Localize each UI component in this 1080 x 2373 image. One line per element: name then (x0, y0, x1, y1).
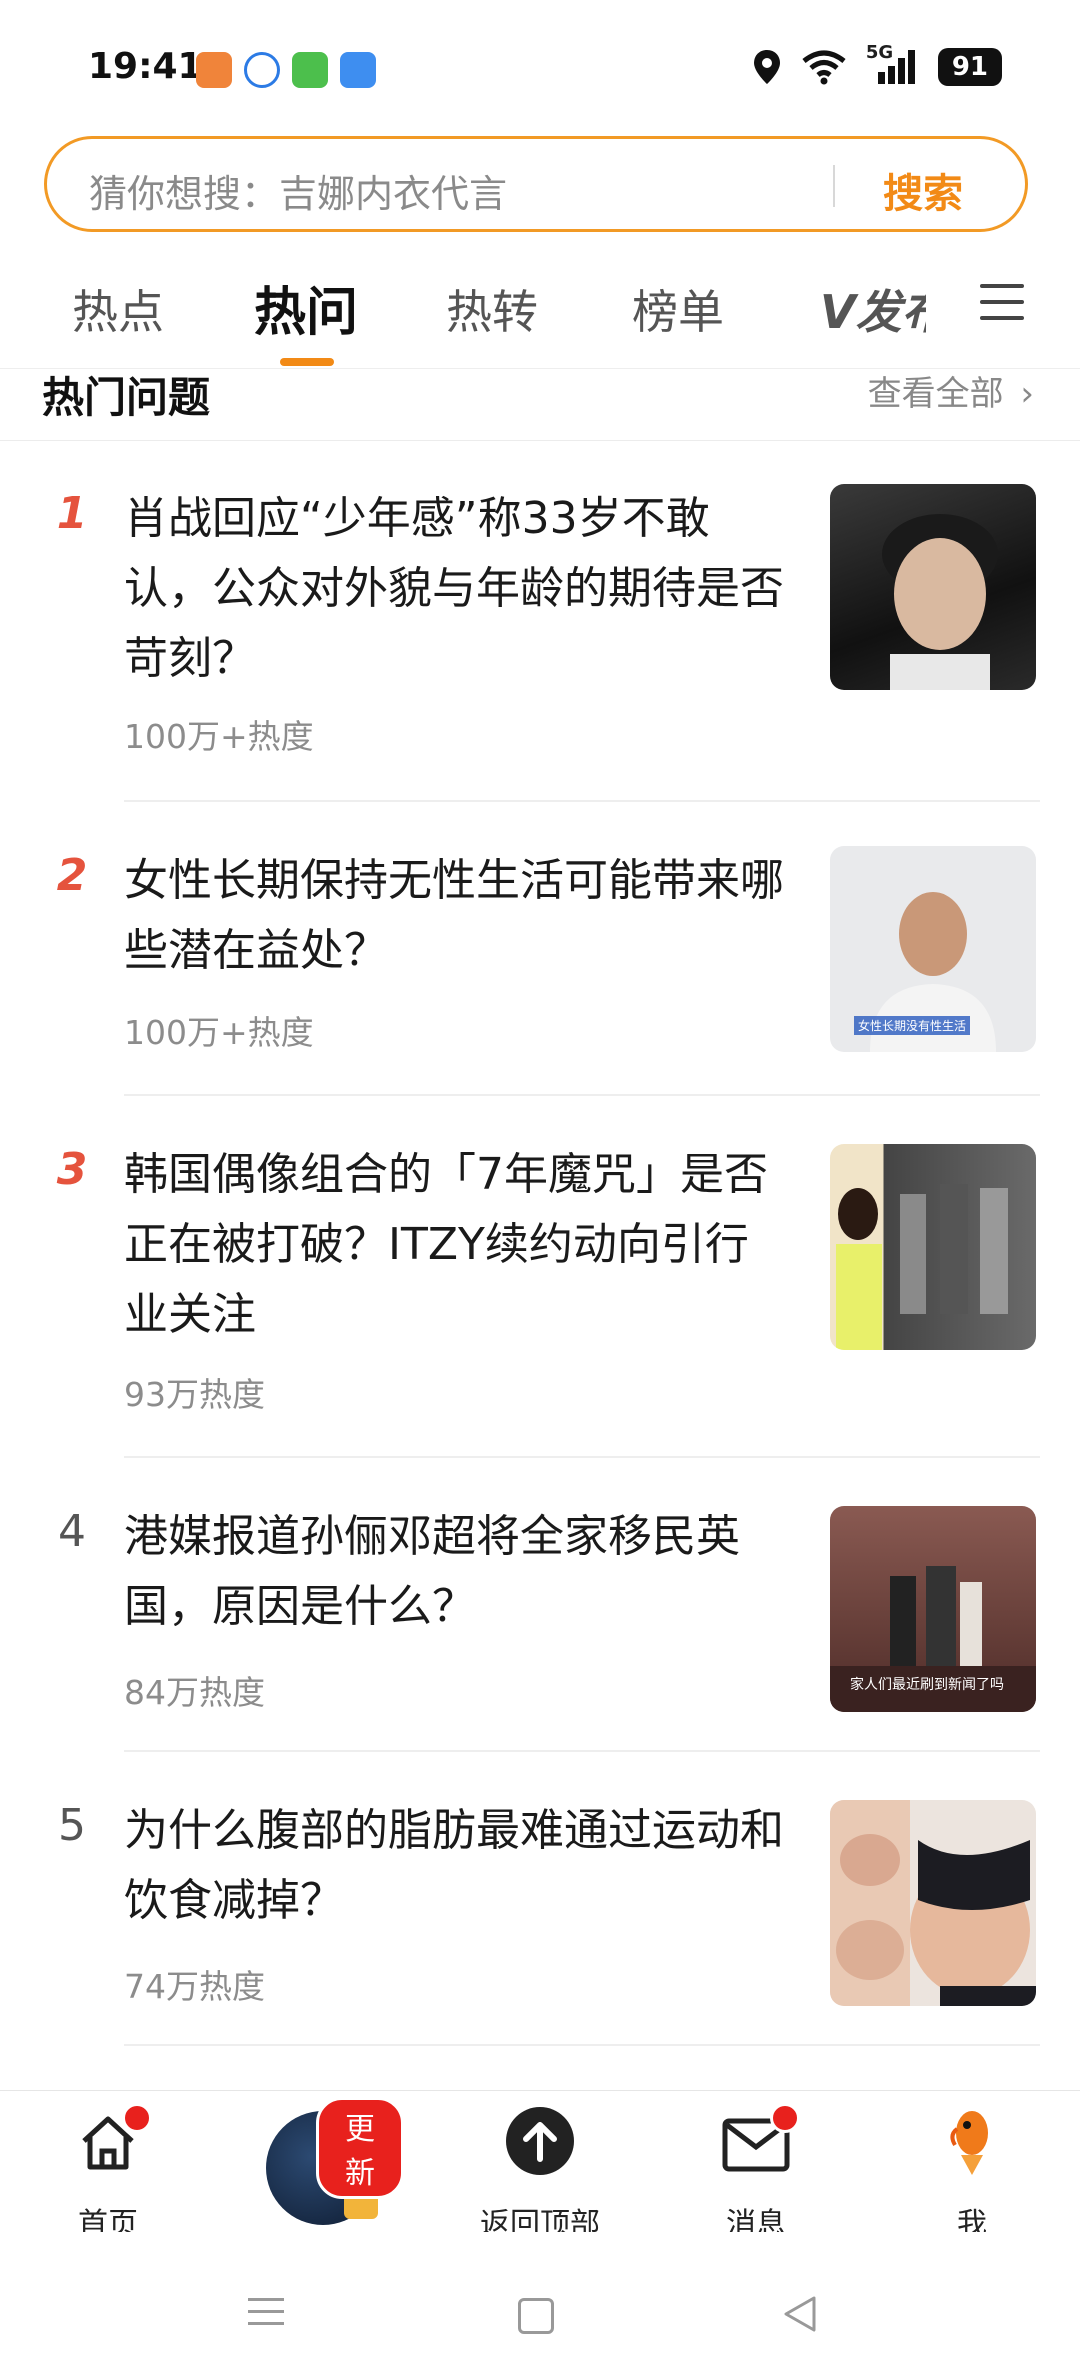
thumbnail-caption: 女性长期没有性生活 (854, 1016, 971, 1035)
tab-hot-reposts[interactable]: 热转 (446, 276, 538, 342)
nav-me[interactable]: 我 (892, 2105, 1052, 2242)
list-item[interactable]: 2 女性长期保持无性生活可能带来哪些潜在益处？ 100万+热度 女性长期没有性生… (0, 842, 1080, 1092)
rank-number: 2 (56, 850, 88, 901)
tab-rankings[interactable]: 榜单 (632, 276, 724, 342)
tab-hot-questions[interactable]: 热问 (254, 270, 358, 345)
tab-bar: 热点 热问 热转 榜单 V发布 (0, 250, 1080, 369)
update-badge: 更新 (316, 2097, 404, 2199)
rank-number: 5 (58, 1800, 86, 1851)
status-right: 5G 91 (752, 42, 1002, 86)
search-divider (833, 165, 835, 207)
question-title[interactable]: 肖战回应“少年感”称33岁不敢认，公众对外貌与年龄的期待是否苛刻？ (124, 484, 784, 694)
list-item[interactable]: 1 肖战回应“少年感”称33岁不敢认，公众对外貌与年龄的期待是否苛刻？ 100万… (0, 480, 1080, 800)
thumbnail-image[interactable] (830, 1800, 1036, 2006)
wifi-icon (802, 50, 846, 85)
rank-number: 1 (56, 488, 88, 539)
heat-count: 100万+热度 (124, 1013, 314, 1052)
search-input[interactable]: 猜你想搜：吉娜内衣代言 (89, 163, 507, 218)
thumbnail-collage (830, 1800, 1036, 2006)
thumbnail-portrait (882, 514, 998, 690)
question-title[interactable]: 港媒报道孙俪邓超将全家移民英国，原因是什么？ (124, 1502, 784, 1642)
status-time: 19:41 (88, 46, 203, 87)
nav-back-to-top[interactable]: 返回顶部 (460, 2105, 620, 2242)
arrow-up-icon (506, 2107, 574, 2175)
chat-notification-icon (292, 52, 328, 88)
thumbnail-caption: 家人们最近刷到新闻了吗 (850, 1677, 1004, 1693)
nav-home[interactable]: 首页 (28, 2103, 188, 2242)
rank-number: 4 (58, 1506, 86, 1557)
bottom-nav: 首页 更新 返回顶部 消息 我 (0, 2090, 1080, 2242)
home-square-icon[interactable] (518, 2298, 554, 2334)
heat-count: 100万+热度 (124, 717, 314, 756)
question-title[interactable]: 女性长期保持无性生活可能带来哪些潜在益处？ (124, 846, 784, 986)
location-icon (753, 50, 780, 84)
back-triangle-icon[interactable] (780, 2294, 820, 2334)
active-tab-indicator (280, 358, 334, 366)
rank-number: 3 (56, 1144, 88, 1195)
cloud-notification-icon (244, 52, 280, 88)
notification-dot (770, 2103, 800, 2133)
list-divider (124, 1094, 1040, 1096)
section-header: 热门问题 查看全部 › (0, 368, 1080, 441)
view-all-label: 查看全部 (867, 374, 1004, 414)
list-divider (124, 800, 1040, 802)
section-title: 热门问题 (42, 373, 211, 422)
thumbnail-image[interactable]: 女性长期没有性生活 (830, 846, 1036, 1052)
system-navigation-bar (0, 2232, 1080, 2373)
heat-count: 93万热度 (124, 1375, 265, 1414)
list-divider (124, 1750, 1040, 1752)
list-item[interactable]: 5 为什么腹部的脂肪最难通过运动和饮食减掉？ 74万热度 (0, 1792, 1080, 2052)
koi-avatar-icon (950, 2111, 988, 2175)
status-bar: 19:41 5G 91 (0, 0, 1080, 130)
list-item[interactable]: 4 港媒报道孙俪邓超将全家移民英国，原因是什么？ 84万热度 家人们最近刷到新闻… (0, 1498, 1080, 1748)
recent-apps-icon[interactable] (248, 2298, 284, 2325)
notification-dot (122, 2103, 152, 2133)
thumbnail-figures (836, 1184, 1008, 1350)
notification-icons (196, 52, 376, 88)
battery-indicator: 91 (937, 48, 1002, 86)
search-bar[interactable]: 猜你想搜：吉娜内衣代言 搜索 (44, 136, 1028, 232)
question-title[interactable]: 为什么腹部的脂肪最难通过运动和饮食减掉？ (124, 1796, 784, 1936)
list-divider (124, 1456, 1040, 1458)
app-notification-icon (196, 52, 232, 88)
question-title[interactable]: 韩国偶像组合的「7年魔咒」是否正在被打破？ITZY续约动向引行业关注 (124, 1140, 784, 1350)
search-button[interactable]: 搜索 (883, 161, 963, 219)
heat-count: 74万热度 (124, 1967, 265, 2006)
nav-messages[interactable]: 消息 (676, 2103, 836, 2242)
list-divider (124, 2044, 1040, 2046)
thumbnail-image[interactable]: 家人们最近刷到新闻了吗 (830, 1506, 1036, 1712)
signal-icon (877, 50, 915, 84)
menu-icon[interactable] (980, 284, 1024, 332)
tab-v-publish[interactable]: V发布 (820, 276, 926, 342)
view-all-link[interactable]: 查看全部 › (868, 368, 1034, 415)
tab-hot-spot[interactable]: 热点 (72, 276, 164, 342)
signal-indicator: 5G (866, 42, 920, 86)
list-item[interactable]: 3 韩国偶像组合的「7年魔咒」是否正在被打破？ITZY续约动向引行业关注 93万… (0, 1136, 1080, 1456)
weather-notification-icon (340, 52, 376, 88)
heat-count: 84万热度 (124, 1673, 265, 1712)
thumbnail-image[interactable] (830, 1144, 1036, 1350)
thumbnail-image[interactable] (830, 484, 1036, 690)
chevron-right-icon: › (1020, 374, 1034, 414)
